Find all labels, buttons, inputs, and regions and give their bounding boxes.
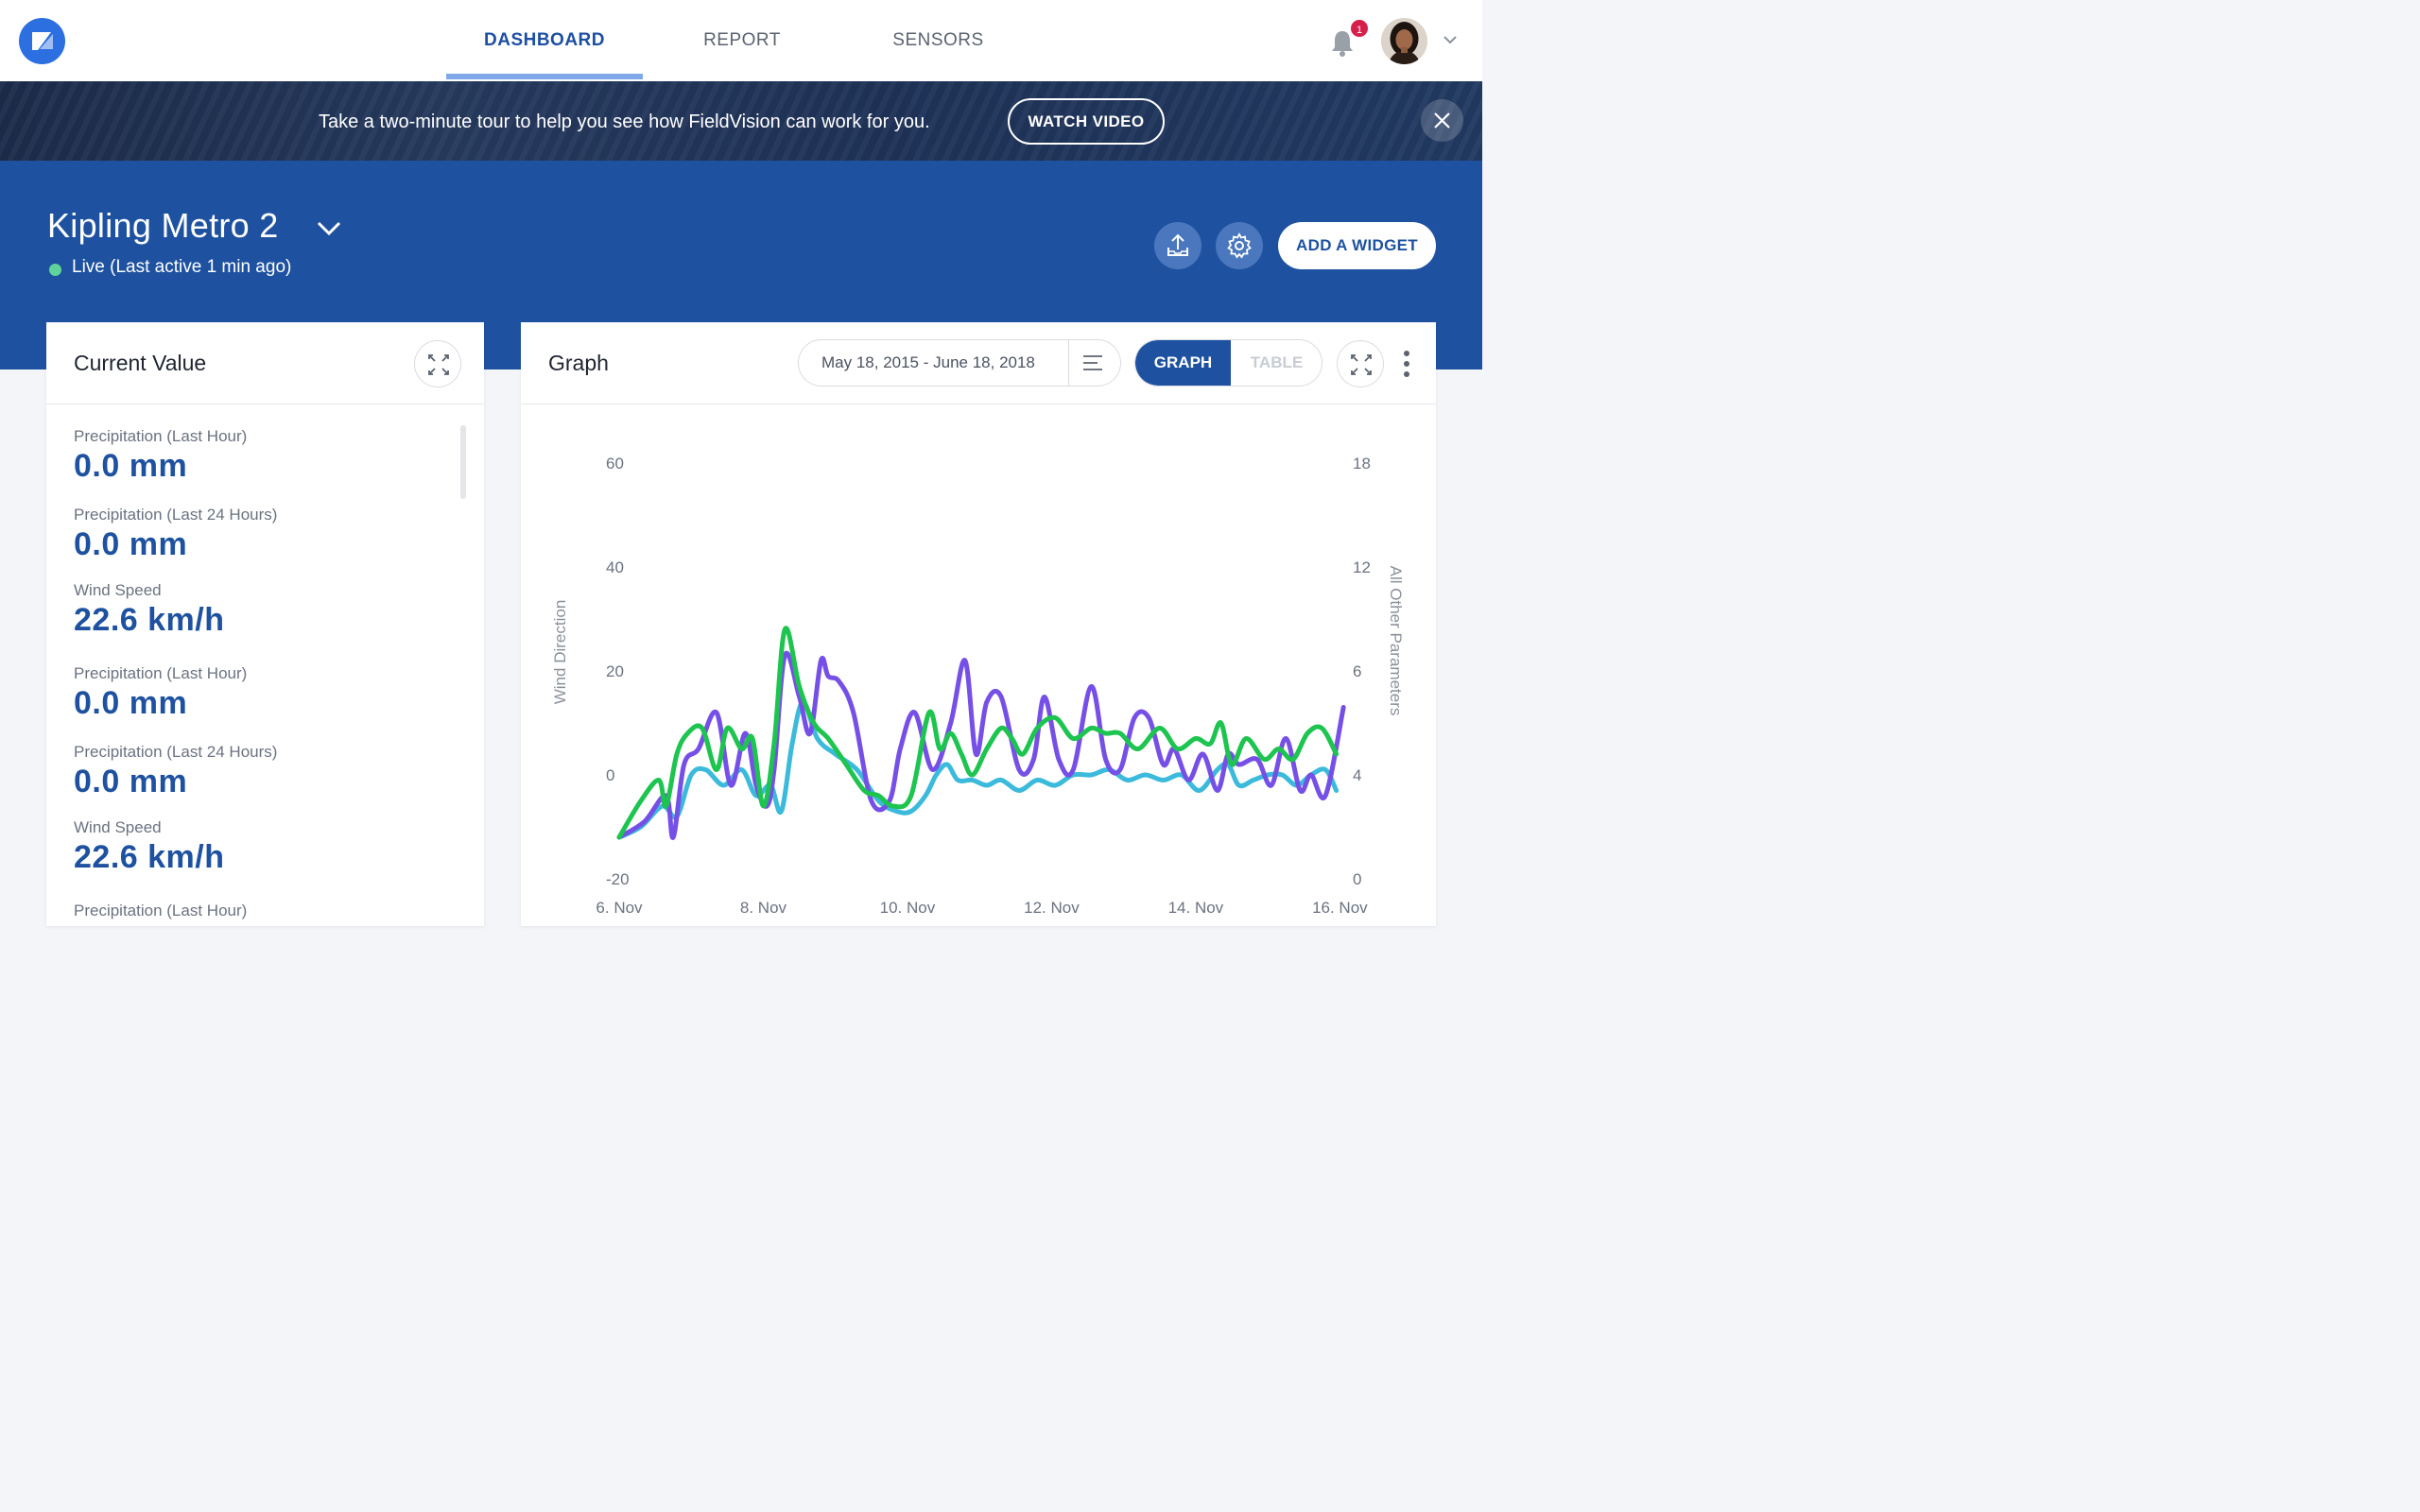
y2-tick-label: 4: [1353, 766, 1361, 784]
add-widget-button[interactable]: ADD A WIDGET: [1278, 222, 1436, 269]
share-button[interactable]: [1154, 222, 1201, 269]
x-tick-label: 8. Nov: [740, 899, 787, 917]
table-toggle-button[interactable]: TABLE: [1231, 340, 1322, 386]
settings-button[interactable]: [1216, 222, 1263, 269]
divider: [1068, 340, 1069, 386]
metric-value: 0.0 mm: [74, 764, 188, 799]
banner-text: Take a two-minute tour to help you see h…: [319, 112, 930, 132]
chevron-down-icon[interactable]: [1441, 32, 1460, 47]
y-tick-label: 40: [606, 558, 624, 576]
series-line-0: [616, 650, 1346, 840]
metric-label: Precipitation (Last 24 Hours): [74, 506, 278, 524]
graph-card: Graph May 18, 2015 - June 18, 2018 GRAPH…: [521, 322, 1436, 926]
metric-label: Precipitation (Last Hour): [74, 902, 248, 919]
more-options-icon[interactable]: [1399, 349, 1414, 379]
current-value-card: Current Value Precipitation (Last Hour) …: [46, 322, 484, 926]
x-tick-label: 14. Nov: [1168, 899, 1224, 917]
y-tick-label: -20: [606, 870, 630, 888]
gear-icon: [1227, 232, 1252, 259]
notification-badge: 1: [1349, 18, 1370, 39]
expand-button[interactable]: [1337, 340, 1384, 387]
series-line-1: [616, 626, 1340, 840]
chevron-down-icon[interactable]: [316, 219, 342, 238]
upload-icon: [1167, 233, 1188, 256]
logo-mark-icon: [32, 32, 53, 50]
live-status-dot: [49, 264, 61, 276]
metric-value: 0.0 mm: [74, 685, 188, 721]
x-tick-label: 10. Nov: [880, 899, 936, 917]
metric-label: Precipitation (Last 24 Hours): [74, 743, 278, 761]
graph-toggle-button[interactable]: GRAPH: [1135, 340, 1231, 386]
close-banner-button[interactable]: [1421, 99, 1463, 142]
y2-axis-label: All Other Parameters: [1387, 566, 1405, 716]
y2-tick-label: 0: [1353, 870, 1361, 888]
y-tick-label: 20: [606, 662, 624, 680]
metric-value: 22.6 km/h: [74, 602, 225, 638]
expand-icon: [428, 354, 449, 375]
y-axis-label: Wind Direction: [551, 600, 569, 705]
y-tick-label: 60: [606, 455, 624, 472]
date-range-text: May 18, 2015 - June 18, 2018: [821, 353, 1035, 371]
active-tab-indicator: [446, 74, 643, 79]
x-tick-label: 12. Nov: [1024, 899, 1080, 917]
x-tick-label: 16. Nov: [1312, 899, 1368, 917]
metric-label: Wind Speed: [74, 581, 162, 599]
app-logo[interactable]: [19, 18, 65, 64]
line-chart: Wind Direction All Other Parameters -20 0…: [551, 455, 1405, 917]
avatar[interactable]: [1381, 18, 1427, 64]
tab-dashboard[interactable]: DASHBOARD: [446, 0, 643, 81]
tab-sensors[interactable]: SENSORS: [856, 0, 1021, 81]
metric-value: 22.6 km/h: [74, 839, 225, 875]
scrollbar[interactable]: [460, 425, 466, 499]
user-photo: [1381, 18, 1427, 64]
site-title: Kipling Metro 2: [47, 206, 279, 245]
card-title: Graph: [548, 351, 609, 375]
watch-video-button[interactable]: WATCH VIDEO: [1008, 98, 1165, 145]
tab-report[interactable]: REPORT: [662, 0, 822, 81]
y2-tick-label: 18: [1353, 455, 1371, 472]
expand-icon: [1351, 354, 1372, 375]
metric-label: Precipitation (Last Hour): [74, 664, 248, 682]
metric-label: Precipitation (Last Hour): [74, 427, 248, 445]
x-tick-label: 6. Nov: [596, 899, 643, 917]
close-icon: [1434, 112, 1450, 129]
expand-button[interactable]: [414, 340, 461, 387]
y2-tick-label: 12: [1353, 558, 1371, 576]
top-nav: DASHBOARD REPORT SENSORS 1: [0, 0, 1482, 81]
metric-label: Wind Speed: [74, 818, 162, 836]
y-tick-label: 0: [606, 766, 614, 784]
live-status-text: Live (Last active 1 min ago): [72, 257, 292, 277]
menu-icon[interactable]: [1082, 353, 1103, 372]
metric-value: 0.0 mm: [74, 526, 188, 562]
metric-value: 0.0 mm: [74, 448, 188, 484]
tour-banner: Take a two-minute tour to help you see h…: [0, 81, 1482, 161]
y2-tick-label: 6: [1353, 662, 1361, 680]
date-range-picker[interactable]: May 18, 2015 - June 18, 2018: [798, 339, 1121, 387]
view-toggle: GRAPH TABLE: [1134, 339, 1322, 387]
card-title: Current Value: [74, 351, 207, 375]
